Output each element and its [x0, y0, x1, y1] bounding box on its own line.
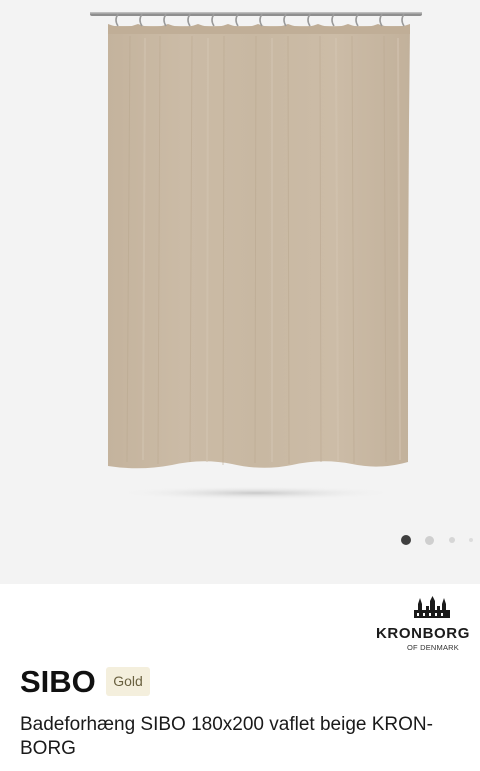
gallery-dot-2[interactable]: [425, 536, 434, 545]
gallery-dot-1[interactable]: [401, 535, 411, 545]
product-image-gallery[interactable]: [0, 0, 480, 584]
brand-logo[interactable]: KRONBORG OF DENMARK: [376, 596, 480, 656]
product-description: Badeforhæng SIBO 180x200 vaflet beige KR…: [20, 714, 433, 759]
curtain-shadow: [116, 486, 396, 500]
membership-badge: Gold: [106, 667, 150, 696]
gallery-dot-3[interactable]: [449, 537, 455, 543]
gallery-dot-4[interactable]: [469, 538, 473, 542]
gallery-pagination: [396, 534, 480, 546]
brand-name: KRONBORG: [376, 625, 470, 642]
castle-icon: [414, 596, 450, 618]
brand-subtitle: OF DENMARK: [407, 643, 460, 652]
curtain: [108, 26, 410, 469]
product-name: SIBO: [20, 664, 96, 699]
product-image: [90, 12, 422, 500]
